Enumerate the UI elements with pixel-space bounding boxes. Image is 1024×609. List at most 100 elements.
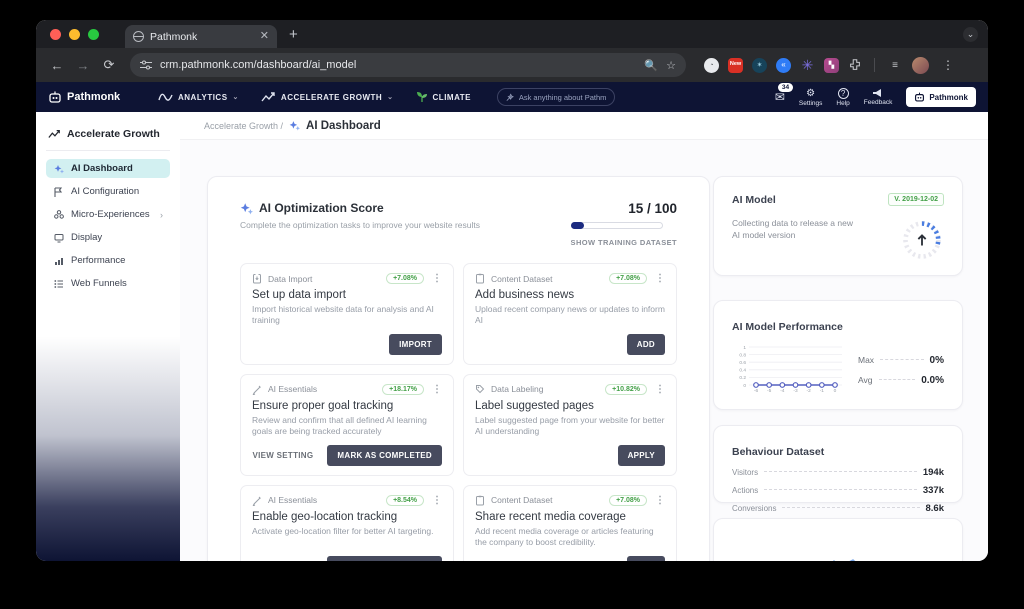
uplift-badge: +10.82%: [605, 384, 647, 395]
task-title: Ensure proper goal tracking: [252, 400, 442, 412]
tab-strip: Pathmonk ✕ + ⌄: [36, 20, 988, 48]
task-description: Import historical website data for analy…: [252, 304, 442, 327]
extension-gear-icon[interactable]: ✳: [800, 58, 815, 73]
sidebar-item-display[interactable]: Display: [46, 228, 170, 247]
forward-icon[interactable]: →: [72, 58, 94, 73]
monitor-icon: [53, 232, 64, 243]
extensions-area: ◔ New ✶ « ✳ ▚ ≡ ⋮: [704, 57, 954, 74]
window-controls: [36, 29, 111, 40]
mark-completed-button[interactable]: MARK AS COMPLETED: [327, 556, 442, 561]
stat-label: Max: [858, 355, 874, 365]
maximize-window-button[interactable]: [88, 29, 99, 40]
import-button[interactable]: IMPORT: [389, 334, 442, 355]
robot-logo-icon: [48, 91, 62, 103]
close-window-button[interactable]: [50, 29, 61, 40]
dataset-health-card: Dataset Health: [713, 518, 963, 561]
browser-tab[interactable]: Pathmonk ✕: [125, 25, 277, 48]
extensions-puzzle-icon[interactable]: [848, 58, 862, 72]
task-title: Enable geo-location tracking: [252, 511, 442, 523]
dashed-leader: [880, 359, 923, 360]
task-category: Data Labeling: [491, 384, 599, 394]
numbered-list-icon: [53, 278, 64, 289]
zoom-icon[interactable]: 🔍: [644, 59, 658, 72]
nav-label: ANALYTICS: [178, 93, 228, 102]
robot-logo-icon: [914, 92, 925, 102]
uplift-badge: +18.17%: [382, 384, 424, 395]
sidebar-item-label: Display: [71, 232, 102, 243]
task-card-data-import: Data Import +7.08% ⋮ Set up data import …: [240, 263, 454, 365]
extension-pink-icon[interactable]: ▚: [824, 58, 839, 73]
help-button[interactable]: ? Help: [836, 88, 849, 107]
back-icon[interactable]: ←: [46, 58, 68, 73]
account-button[interactable]: Pathmonk: [906, 87, 976, 107]
score-heading: AI Optimization Score Complete the optim…: [240, 201, 480, 247]
ai-model-title: AI Model: [732, 194, 776, 206]
uplift-badge: +8.54%: [386, 495, 424, 506]
bookmark-star-icon[interactable]: ☆: [666, 59, 676, 72]
apply-button[interactable]: APPLY: [618, 445, 665, 466]
extension-snowflake-icon[interactable]: ✶: [752, 58, 767, 73]
url-text: crm.pathmonk.com/dashboard/ai_model: [160, 59, 636, 71]
svg-text:1: 1: [743, 345, 746, 351]
chevron-down-icon: ⌄: [387, 93, 393, 101]
minimize-window-button[interactable]: [69, 29, 80, 40]
settings-button[interactable]: ⚙ Settings: [799, 88, 823, 107]
nav-item-climate[interactable]: CLIMATE: [416, 91, 471, 103]
extension-clock-icon[interactable]: ◔: [704, 58, 719, 73]
main-content: Accelerate Growth / AI Dashboard: [180, 112, 988, 561]
new-tab-button[interactable]: +: [289, 26, 298, 43]
browser-menu-icon[interactable]: ⋮: [942, 58, 954, 72]
add-button[interactable]: ADD: [627, 334, 665, 355]
kebab-menu-icon[interactable]: ⋮: [655, 273, 665, 284]
address-bar[interactable]: crm.pathmonk.com/dashboard/ai_model 🔍 ☆: [130, 53, 686, 77]
browser-window: Pathmonk ✕ + ⌄ ← → ⟳ crm.pathmonk.com/da…: [36, 20, 988, 561]
kebab-menu-icon[interactable]: ⋮: [655, 495, 665, 506]
reload-icon[interactable]: ⟳: [98, 57, 120, 73]
row-label: Visitors: [732, 468, 758, 477]
flower-icon: [53, 209, 64, 220]
view-setting-button[interactable]: VIEW SETTING: [252, 451, 313, 460]
sparkle-icon: [240, 202, 253, 215]
pathmonk-brand[interactable]: Pathmonk: [48, 91, 158, 103]
bar-chart-icon: [53, 255, 64, 266]
profile-avatar[interactable]: [912, 57, 929, 74]
extension-rewind-icon[interactable]: «: [776, 58, 791, 73]
nav-item-analytics[interactable]: ANALYTICS ⌄: [158, 92, 239, 103]
svg-text:-2: -2: [807, 388, 812, 394]
ai-model-performance-card: AI Model Performance 00.20.40.60.81-6-5-…: [713, 300, 963, 410]
sidebar-item-ai-configuration[interactable]: AI Configuration: [46, 182, 170, 201]
nav-item-accelerate-growth[interactable]: ACCELERATE GROWTH ⌄: [261, 92, 394, 103]
tab-close-icon[interactable]: ✕: [260, 31, 269, 42]
sidebar-item-label: AI Dashboard: [71, 163, 133, 174]
mark-completed-button[interactable]: MARK AS COMPLETED: [327, 445, 442, 466]
inbox-button[interactable]: 34 ✉: [775, 90, 785, 104]
row-value: 337k: [923, 485, 944, 496]
add-button[interactable]: ADD: [627, 556, 665, 561]
dataset-health-title: Dataset Health: [732, 560, 805, 561]
ask-pathmonk-search[interactable]: [497, 88, 615, 106]
sidebar-item-micro-experiences[interactable]: Micro-Experiences ›: [46, 205, 170, 224]
tab-list-icon[interactable]: ≡: [887, 60, 903, 71]
ask-input[interactable]: [519, 93, 606, 102]
nav-menu: ANALYTICS ⌄ ACCELERATE GROWTH ⌄ CLIMATE: [158, 91, 471, 103]
site-settings-icon[interactable]: [140, 60, 152, 70]
sidebar-item-ai-dashboard[interactable]: AI Dashboard: [46, 159, 170, 178]
kebab-menu-icon[interactable]: ⋮: [655, 384, 665, 395]
pencil-icon: [252, 495, 262, 506]
breadcrumb-parent[interactable]: Accelerate Growth /: [204, 121, 283, 131]
task-card-goal-tracking: AI Essentials +18.17% ⋮ Ensure proper go…: [240, 374, 454, 476]
sidebar-item-performance[interactable]: Performance: [46, 251, 170, 270]
kebab-menu-icon[interactable]: ⋮: [432, 495, 442, 506]
sidebar-item-web-funnels[interactable]: Web Funnels: [46, 274, 170, 293]
help-label: Help: [836, 100, 849, 107]
tab-search-chevron-icon[interactable]: ⌄: [963, 27, 978, 42]
show-training-dataset-link[interactable]: SHOW TRAINING DATASET: [571, 238, 677, 247]
score-value: 15 / 100: [571, 201, 677, 216]
behaviour-row-visitors: Visitors 194k: [732, 467, 944, 478]
sidebar-menu: AI Dashboard AI Configuration Micro-Expe…: [46, 159, 170, 293]
kebab-menu-icon[interactable]: ⋮: [432, 384, 442, 395]
dashed-leader: [879, 379, 916, 380]
feedback-button[interactable]: Feedback: [864, 88, 893, 106]
extension-new-badge-icon[interactable]: New: [728, 58, 743, 73]
kebab-menu-icon[interactable]: ⋮: [432, 273, 442, 284]
